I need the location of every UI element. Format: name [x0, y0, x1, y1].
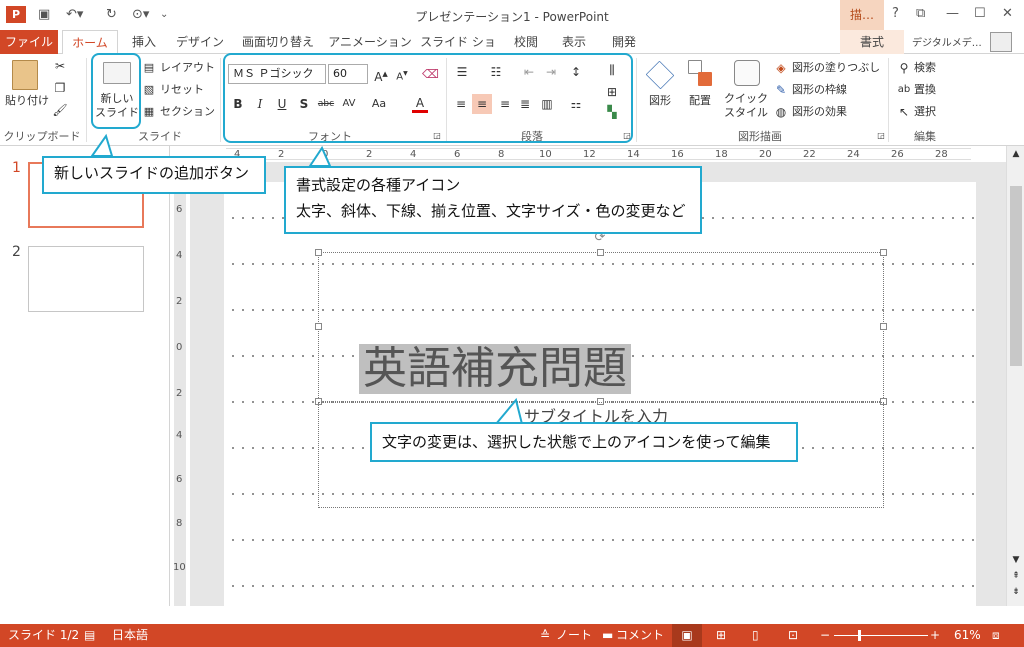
zoom-in-icon[interactable]: + [930, 624, 940, 647]
callout-pointers [90, 133, 524, 425]
edit-callout-text: 文字の変更は、選択した状態で上のアイコンを使って編集 [382, 433, 771, 451]
zoom-out-icon[interactable]: − [820, 624, 830, 647]
edit-callout-pointer [493, 397, 524, 425]
format-callout-pointer [308, 145, 332, 167]
slideshow-view-icon[interactable]: ⊡ [788, 624, 798, 647]
slide-sorter-icon[interactable]: ⊞ [716, 624, 726, 647]
slide-counter: スライド 1/2 [8, 628, 80, 642]
edit-text-callout: 文字の変更は、選択した状態で上のアイコンを使って編集 [370, 422, 798, 462]
new-slide-callout-pointer [90, 133, 114, 157]
comments-button[interactable]: コメント [616, 624, 664, 647]
powerpoint-window: P ▣ ↶▾ ↻ ⊙▾ ⌄ プレゼンテーション1 - PowerPoint 描…… [0, 0, 1024, 647]
zoom-level[interactable]: 61% [954, 624, 981, 647]
format-callout-line-2: 太字、斜体、下線、揃え位置、文字サイズ・色の変更など [296, 202, 686, 220]
zoom-slider-thumb[interactable] [858, 630, 861, 641]
zoom-slider-track[interactable] [834, 635, 928, 636]
language-indicator[interactable]: 日本語 [112, 624, 148, 647]
spelling-check-icon[interactable]: ▤ [84, 624, 95, 647]
notes-button[interactable]: ノート [556, 624, 592, 647]
fit-to-window-icon[interactable]: ⧈ [992, 624, 1000, 647]
new-slide-callout-text: 新しいスライドの追加ボタン [54, 164, 250, 182]
format-callout-line-1: 書式設定の各種アイコン [296, 176, 461, 194]
normal-view-icon[interactable]: ▣ [672, 624, 702, 647]
comments-icon[interactable]: ▬ [602, 624, 613, 647]
format-icons-callout: 書式設定の各種アイコン 太字、斜体、下線、揃え位置、文字サイズ・色の変更など [284, 166, 702, 234]
status-bar: スライド 1/2 ▤ 日本語 ≙ ノート ▬ コメント ▣ ⊞ ▯ ⊡ − + … [0, 624, 1024, 647]
new-slide-callout: 新しいスライドの追加ボタン [42, 156, 266, 194]
reading-view-icon[interactable]: ▯ [752, 624, 759, 647]
notes-icon[interactable]: ≙ [540, 624, 550, 647]
